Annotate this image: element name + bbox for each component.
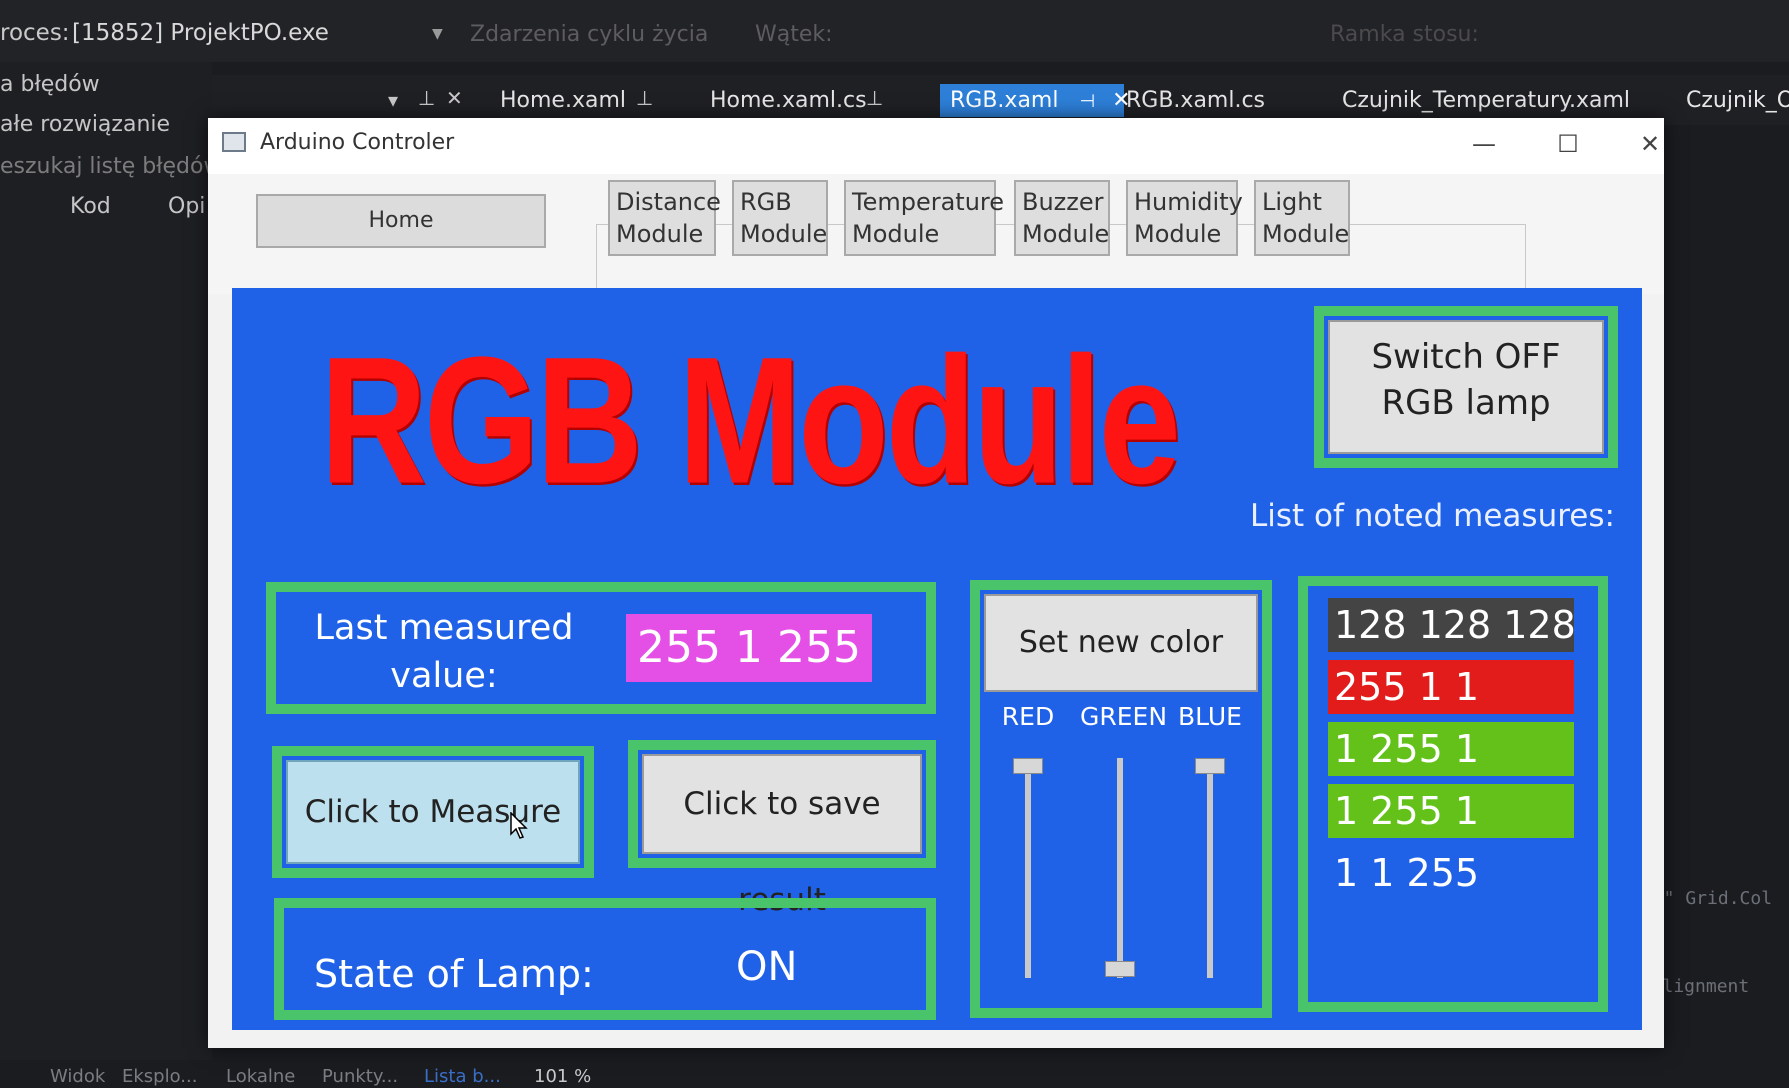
button-label: Light — [1262, 188, 1322, 216]
switch-off-rgb-button[interactable]: Switch OFF RGB lamp — [1328, 320, 1604, 454]
pin-icon[interactable]: ⊥ — [418, 86, 435, 110]
solution-filter[interactable]: ałe rozwiązanie — [0, 112, 170, 137]
green-slider-thumb[interactable] — [1105, 961, 1135, 978]
button-label: Module — [1022, 220, 1110, 248]
red-slider-track[interactable] — [1025, 758, 1031, 978]
button-label: Distance — [616, 188, 721, 216]
save-result-button[interactable]: Click to save result — [642, 754, 922, 918]
statusbar-item[interactable]: Eksplo... — [122, 1066, 197, 1087]
process-label: roces: — [0, 20, 70, 46]
pin-icon[interactable]: ⊣ — [1079, 91, 1095, 112]
ide-toolbar: roces: [15852] ProjektPO.exe ▼ Zdarzenia… — [0, 0, 1789, 62]
minimize-icon[interactable]: — — [1454, 124, 1514, 164]
label-line: value: — [390, 656, 498, 696]
button-label: Humidity — [1134, 188, 1243, 216]
list-item[interactable]: 128 128 128 — [1328, 598, 1576, 652]
lifecycle-events-dropdown[interactable]: Zdarzenia cyklu życia — [470, 22, 708, 47]
rgb-module-button[interactable]: RGB Module — [732, 180, 828, 256]
zoom-level[interactable]: 101 % — [534, 1066, 591, 1087]
button-label: Buzzer — [1022, 188, 1104, 216]
page-title: RGB Module — [320, 320, 1181, 522]
maximize-icon[interactable]: ☐ — [1538, 124, 1598, 164]
last-measured-value: 255 1 255 — [626, 614, 872, 682]
stack-frame-label: Ramka stosu: — [1330, 22, 1479, 47]
tab-czujnik-temperatury[interactable]: Czujnik_Temperatury.xaml — [1342, 88, 1630, 113]
humidity-module-button[interactable]: Humidity Module — [1126, 180, 1243, 256]
dropdown-icon[interactable]: ▾ — [388, 88, 398, 112]
error-search-input[interactable]: eszukaj listę błędów — [0, 154, 221, 179]
buzzer-module-button[interactable]: Buzzer Module — [1014, 180, 1110, 256]
green-slider-label: GREEN — [1080, 702, 1168, 731]
red-slider-label: RED — [1001, 702, 1055, 731]
lamp-state-label: State of Lamp: — [314, 952, 594, 996]
column-code[interactable]: Kod — [70, 194, 111, 219]
button-label: Module — [1262, 220, 1350, 248]
tab-home-xaml[interactable]: Home.xaml — [500, 88, 626, 113]
button-label: Module — [1134, 220, 1222, 248]
app-icon — [222, 132, 246, 152]
tab-label: RGB.xaml — [950, 88, 1059, 113]
distance-module-button[interactable]: Distance Module — [608, 180, 721, 256]
mouse-cursor-icon — [510, 812, 528, 839]
blue-slider-track[interactable] — [1207, 758, 1213, 978]
statusbar-item[interactable]: Lokalne — [226, 1066, 295, 1087]
statusbar-item[interactable]: Lista b... — [424, 1066, 501, 1087]
set-new-color-button[interactable]: Set new color — [984, 594, 1258, 692]
list-item[interactable]: 255 1 1 — [1328, 660, 1574, 714]
tab-home-xaml-cs[interactable]: Home.xaml.cs — [710, 88, 867, 113]
pin-icon[interactable]: ⊥ — [636, 86, 653, 110]
tab-czujnik-od[interactable]: Czujnik_Od — [1686, 88, 1789, 113]
button-label: Module — [616, 220, 704, 248]
button-label: RGB — [740, 188, 792, 216]
close-icon[interactable]: ✕ — [446, 86, 463, 110]
click-to-measure-button[interactable]: Click to Measure — [286, 760, 580, 864]
button-label: RGB lamp — [1381, 383, 1551, 423]
column-description[interactable]: Opi — [168, 194, 205, 219]
list-item[interactable]: 1 255 1 — [1328, 784, 1574, 838]
close-icon[interactable]: ✕ — [1620, 124, 1680, 164]
window-titlebar: Arduino Controler — ☐ ✕ — [208, 118, 1664, 174]
error-count[interactable]: a błędów — [0, 72, 100, 97]
window-title: Arduino Controler — [260, 130, 455, 155]
error-list-panel: a błędów ałe rozwiązanie eszukaj listę b… — [0, 62, 221, 1062]
thread-label: Wątek: — [755, 22, 833, 47]
button-label: Switch OFF — [1371, 337, 1561, 377]
red-slider-thumb[interactable] — [1013, 758, 1043, 774]
green-slider-track[interactable] — [1117, 758, 1123, 978]
nav-strip: Home Distance Module RGB Module Temperat… — [208, 174, 1664, 320]
button-label: Temperature — [852, 188, 1005, 216]
home-button[interactable]: Home — [256, 194, 546, 248]
blue-slider-thumb[interactable] — [1195, 758, 1225, 774]
list-item[interactable]: 1 1 255 — [1328, 846, 1574, 900]
button-label: Module — [852, 220, 940, 248]
pin-icon[interactable]: ⊥ — [866, 86, 883, 110]
process-selector[interactable]: [15852] ProjektPO.exe — [72, 20, 329, 46]
statusbar-item[interactable]: Widok — [50, 1066, 105, 1087]
noted-measures-label: List of noted measures: — [1250, 498, 1615, 534]
list-item[interactable]: 1 255 1 — [1328, 722, 1574, 776]
tab-rgb-xaml[interactable]: RGB.xaml ⊣ ✕ — [940, 84, 1131, 117]
lamp-state-value: ON — [736, 944, 798, 990]
blue-slider-label: BLUE — [1178, 702, 1242, 731]
chevron-down-icon[interactable]: ▼ — [432, 26, 443, 42]
button-label: Module — [740, 220, 828, 248]
light-module-button[interactable]: Light Module — [1254, 180, 1350, 256]
label-line: Last measured — [314, 608, 574, 648]
statusbar-item[interactable]: Punkty... — [322, 1066, 398, 1087]
tab-rgb-xaml-cs[interactable]: RGB.xaml.cs — [1126, 88, 1265, 113]
temperature-module-button[interactable]: Temperature Module — [844, 180, 1005, 256]
last-measured-label: Last measured value: — [294, 604, 594, 700]
